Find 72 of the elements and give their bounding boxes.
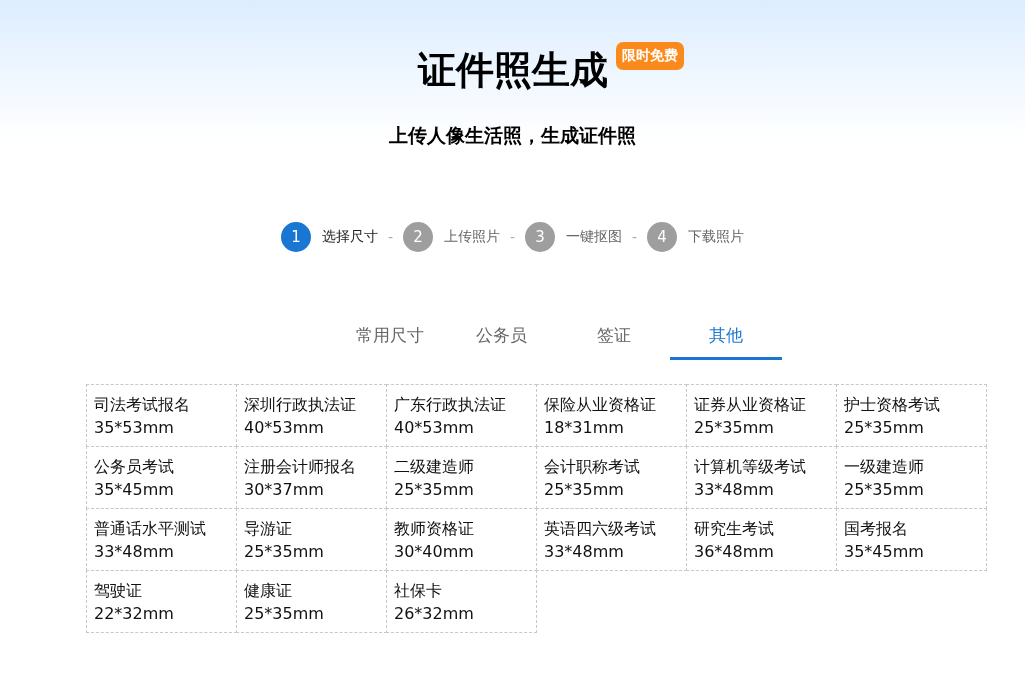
size-option[interactable]: 广东行政执法证 40*53mm bbox=[386, 384, 537, 447]
category-tab[interactable]: 其他 bbox=[669, 314, 782, 360]
size-dimensions: 40*53mm bbox=[394, 416, 475, 438]
size-name: 导游证 bbox=[244, 517, 293, 539]
size-name: 普通话水平测试 bbox=[94, 517, 207, 539]
size-option[interactable]: 保险从业资格证 18*31mm bbox=[536, 384, 687, 447]
size-name: 驾驶证 bbox=[94, 579, 143, 601]
size-dimensions: 33*48mm bbox=[544, 540, 625, 562]
size-option[interactable]: 护士资格考试 25*35mm bbox=[836, 384, 987, 447]
size-name: 会计职称考试 bbox=[544, 455, 641, 477]
size-name: 二级建造师 bbox=[394, 455, 475, 477]
size-name: 证券从业资格证 bbox=[694, 393, 807, 415]
size-name: 英语四六级考试 bbox=[544, 517, 657, 539]
step-separator: - bbox=[509, 229, 516, 245]
size-name: 护士资格考试 bbox=[844, 393, 941, 415]
size-name: 广东行政执法证 bbox=[394, 393, 507, 415]
page-subtitle: 上传人像生活照，生成证件照 bbox=[389, 123, 636, 148]
size-dimensions: 33*48mm bbox=[694, 478, 775, 500]
size-option[interactable]: 研究生考试 36*48mm bbox=[686, 508, 837, 571]
size-dimensions: 35*45mm bbox=[94, 478, 175, 500]
step-number: 4 bbox=[647, 222, 678, 252]
size-option[interactable]: 驾驶证 22*32mm bbox=[86, 570, 237, 633]
size-option[interactable]: 英语四六级考试 33*48mm bbox=[536, 508, 687, 571]
size-dimensions: 25*35mm bbox=[844, 416, 925, 438]
size-option[interactable]: 证券从业资格证 25*35mm bbox=[686, 384, 837, 447]
size-option[interactable]: 国考报名 35*45mm bbox=[836, 508, 987, 571]
size-option[interactable]: 健康证 25*35mm bbox=[236, 570, 387, 633]
step-label: 选择尺寸 bbox=[321, 228, 378, 246]
step-label: 下载照片 bbox=[688, 228, 745, 246]
step-label: 上传照片 bbox=[443, 228, 500, 246]
size-dimensions: 26*32mm bbox=[394, 602, 475, 624]
size-name: 注册会计师报名 bbox=[244, 455, 357, 477]
page-title: 证件照生成 bbox=[417, 47, 608, 94]
size-option[interactable]: 司法考试报名 35*53mm bbox=[86, 384, 237, 447]
size-dimensions: 25*35mm bbox=[544, 478, 625, 500]
size-name: 保险从业资格证 bbox=[544, 393, 657, 415]
step-separator: - bbox=[632, 229, 638, 245]
step-label: 一键抠图 bbox=[566, 228, 623, 246]
size-name: 研究生考试 bbox=[694, 517, 775, 539]
size-dimensions: 30*37mm bbox=[244, 478, 325, 500]
size-dimensions: 25*35mm bbox=[244, 540, 325, 562]
step-number: 3 bbox=[525, 222, 556, 252]
size-dimensions: 18*31mm bbox=[544, 416, 625, 438]
category-tab[interactable]: 签证 bbox=[557, 314, 670, 360]
size-name: 社保卡 bbox=[394, 579, 443, 601]
step-separator: - bbox=[387, 229, 393, 245]
step-number: 1 bbox=[280, 222, 311, 252]
size-dimensions: 40*53mm bbox=[244, 416, 325, 438]
size-option[interactable]: 深圳行政执法证 40*53mm bbox=[236, 384, 387, 447]
category-tab[interactable]: 常用尺寸 bbox=[333, 314, 446, 360]
size-dimensions: 25*35mm bbox=[394, 478, 475, 500]
size-dimensions: 33*48mm bbox=[94, 540, 175, 562]
size-dimensions: 22*32mm bbox=[94, 602, 175, 624]
size-dimensions: 35*53mm bbox=[94, 416, 175, 438]
size-dimensions: 25*35mm bbox=[694, 416, 775, 438]
size-name: 司法考试报名 bbox=[94, 393, 191, 415]
size-dimensions: 35*45mm bbox=[844, 540, 925, 562]
size-name: 教师资格证 bbox=[394, 517, 475, 539]
size-option[interactable]: 社保卡 26*32mm bbox=[386, 570, 537, 633]
size-name: 国考报名 bbox=[844, 517, 909, 539]
category-tab[interactable]: 公务员 bbox=[445, 314, 558, 360]
size-dimensions: 25*35mm bbox=[244, 602, 325, 624]
step-number: 2 bbox=[402, 222, 433, 252]
size-dimensions: 25*35mm bbox=[844, 478, 925, 500]
size-dimensions: 36*48mm bbox=[694, 540, 775, 562]
promo-badge: 限时免费 bbox=[615, 42, 684, 70]
size-name: 公务员考试 bbox=[94, 455, 175, 477]
size-dimensions: 30*40mm bbox=[394, 540, 475, 562]
size-name: 计算机等级考试 bbox=[694, 455, 807, 477]
size-name: 健康证 bbox=[244, 579, 293, 601]
size-name: 一级建造师 bbox=[844, 455, 925, 477]
size-name: 深圳行政执法证 bbox=[244, 393, 357, 415]
